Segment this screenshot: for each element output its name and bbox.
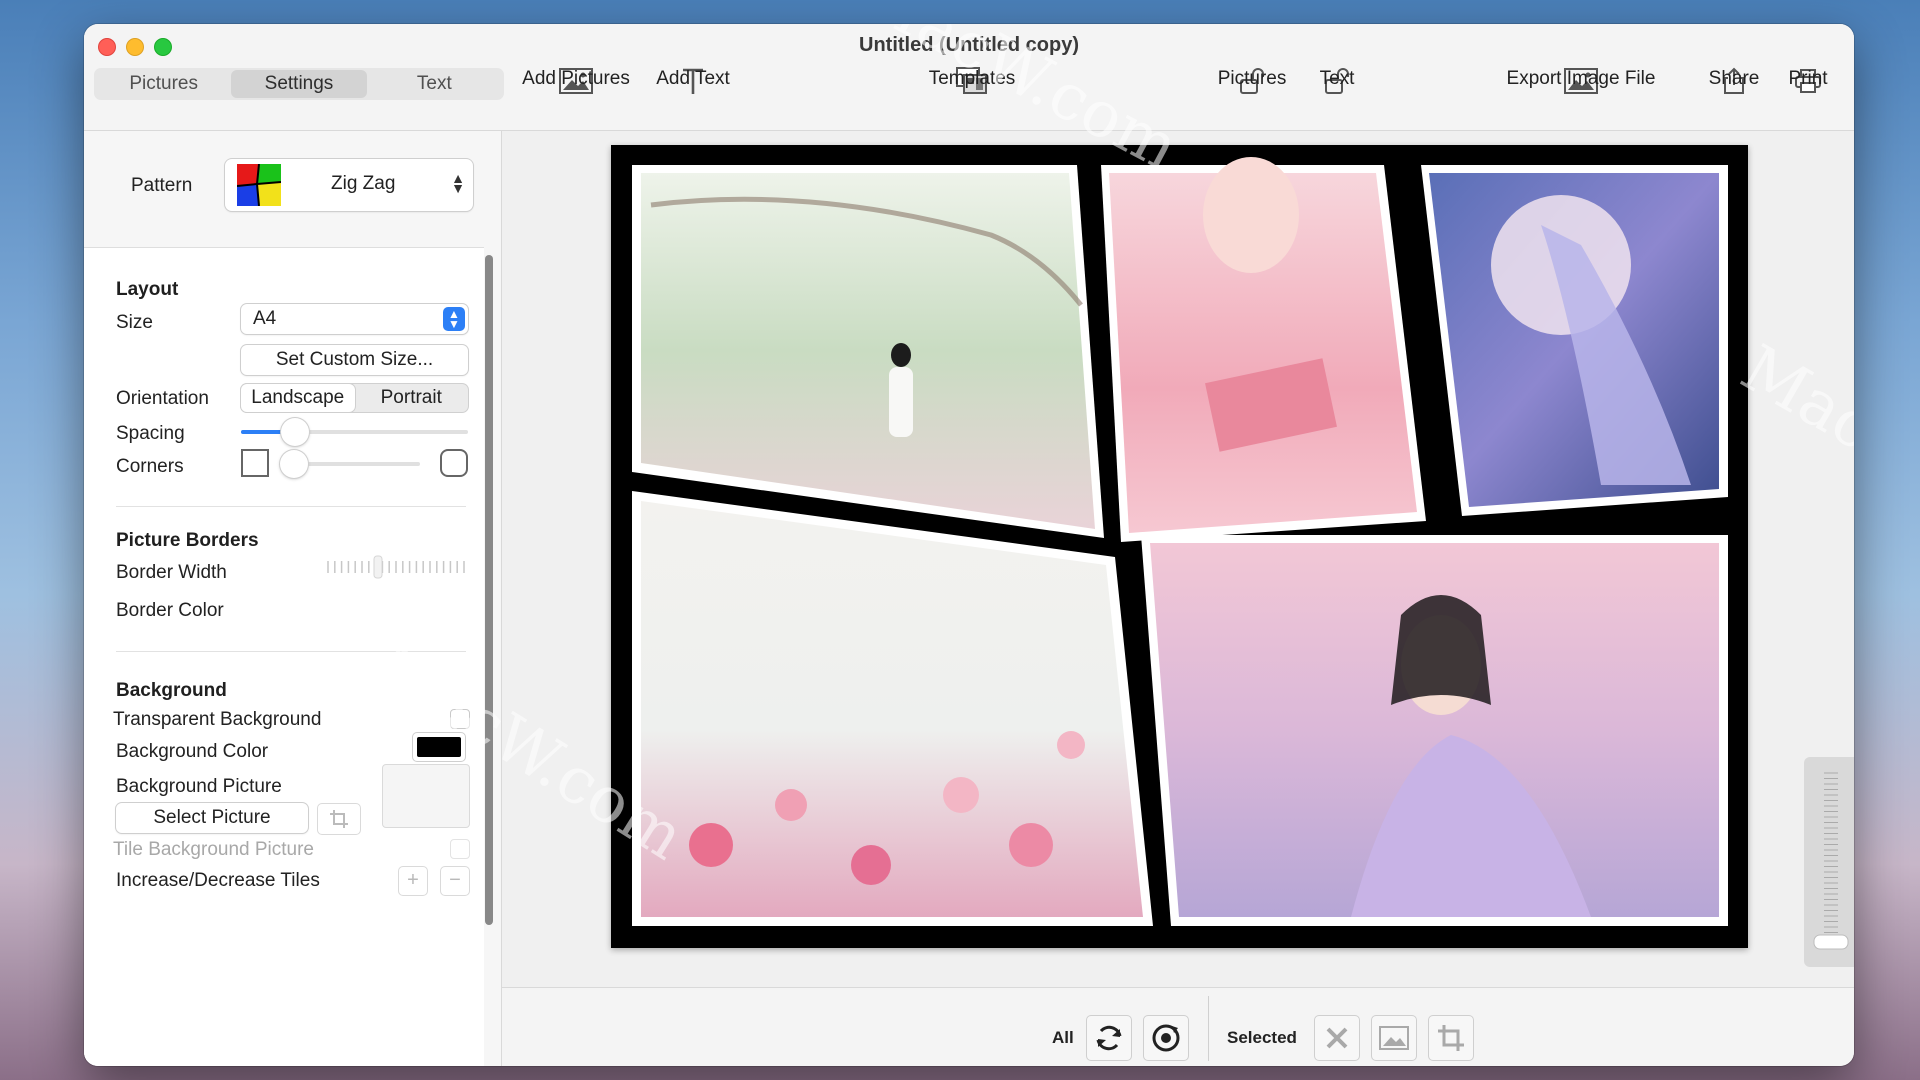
rotate-icon	[1096, 1025, 1122, 1051]
app-window: Untitled (Untitled copy) Pictures Settin…	[84, 24, 1854, 1066]
color-swatch	[417, 737, 461, 757]
pattern-label: Pattern	[131, 175, 193, 196]
text-lock-button[interactable]: Text	[1320, 64, 1354, 126]
window-title: Untitled (Untitled copy)	[859, 34, 1079, 56]
all-label: All	[1052, 1028, 1074, 1047]
crop-background-button[interactable]	[317, 803, 361, 835]
square-corner-icon	[241, 449, 269, 477]
select-picture-button[interactable]: Select Picture	[116, 803, 308, 833]
tile-background-checkbox[interactable]	[450, 839, 470, 859]
shuffle-all-button[interactable]	[1143, 1015, 1189, 1061]
layout-heading: Layout	[116, 279, 179, 300]
background-color-well[interactable]	[412, 732, 466, 762]
background-picture-label: Background Picture	[116, 776, 282, 797]
remove-selected-button[interactable]	[1314, 1015, 1360, 1061]
orientation-landscape[interactable]: Landscape	[241, 384, 355, 412]
crop-icon	[1438, 1025, 1464, 1051]
divider	[1208, 996, 1209, 1061]
pictures-lock-button[interactable]: Pictures	[1218, 64, 1286, 126]
orientation-portrait[interactable]: Portrait	[355, 384, 469, 412]
pattern-select[interactable]: Zig Zag ▲ ▼	[225, 159, 473, 211]
tab-text[interactable]: Text	[367, 70, 502, 98]
picture-borders-heading: Picture Borders	[116, 530, 259, 551]
border-color-label: Border Color	[116, 600, 224, 621]
settings-sidebar: Pattern Zig Zag ▲ ▼ Layout Size A4 ▲ ▼ S…	[84, 131, 502, 1066]
close-icon	[1326, 1027, 1348, 1049]
tab-pictures[interactable]: Pictures	[96, 70, 231, 98]
collage-canvas[interactable]	[611, 145, 1748, 948]
orientation-segmented: Landscape Portrait	[241, 384, 468, 412]
tiles-label: Increase/Decrease Tiles	[116, 870, 320, 891]
crop-selected-button[interactable]	[1428, 1015, 1474, 1061]
size-popup[interactable]: A4 ▲ ▼	[241, 304, 468, 334]
corners-label: Corners	[116, 456, 184, 477]
tile-background-label: Tile Background Picture	[113, 839, 315, 860]
share-button[interactable]: Share	[1709, 64, 1759, 126]
replace-selected-image-button[interactable]	[1371, 1015, 1417, 1061]
refresh-circle-icon	[1152, 1024, 1180, 1052]
increase-tiles-button[interactable]: +	[398, 866, 428, 896]
background-color-label: Background Color	[116, 741, 269, 762]
add-pictures-button[interactable]: Add Pictures	[522, 64, 630, 126]
settings-panel: Layout Size A4 ▲ ▼ Set Custom Size... Ori…	[84, 247, 484, 1066]
divider	[116, 651, 466, 652]
sidebar-tabs: Pictures Settings Text	[94, 68, 504, 100]
border-width-label: Border Width	[116, 562, 227, 583]
bottom-bar: All Selected	[502, 987, 1854, 1066]
background-heading: Background	[116, 680, 227, 701]
pattern-swatch-icon	[237, 164, 281, 206]
rounded-corner-icon	[440, 449, 468, 477]
divider	[116, 506, 466, 507]
pattern-row: Pattern Zig Zag ▲ ▼	[84, 159, 501, 213]
toolbar: Untitled (Untitled copy) Pictures Settin…	[84, 24, 1854, 131]
orientation-label: Orientation	[116, 388, 209, 409]
background-picture-well[interactable]	[382, 764, 470, 828]
decrease-tiles-button[interactable]: −	[440, 866, 470, 896]
export-image-button[interactable]: Export Image File	[1507, 64, 1655, 126]
rotate-all-button[interactable]	[1086, 1015, 1132, 1061]
chevron-updown-icon: ▲ ▼	[443, 307, 465, 331]
transparent-background-label: Transparent Background	[113, 709, 322, 730]
selected-label: Selected	[1227, 1028, 1297, 1047]
corners-slider-knob[interactable]	[280, 450, 308, 478]
transparent-background-checkbox[interactable]	[450, 709, 470, 729]
border-width-slider[interactable]	[324, 554, 468, 580]
spacing-label: Spacing	[116, 423, 185, 444]
size-label: Size	[116, 312, 153, 333]
crop-icon	[330, 810, 348, 828]
print-button[interactable]: Print	[1788, 64, 1828, 126]
pattern-value: Zig Zag	[331, 173, 396, 194]
zoom-slider[interactable]	[1804, 757, 1854, 967]
size-value: A4	[253, 308, 277, 329]
add-text-button[interactable]: Add Text	[656, 64, 730, 126]
tab-settings[interactable]: Settings	[231, 70, 367, 98]
spacing-slider-knob[interactable]	[280, 418, 309, 446]
set-custom-size-button[interactable]: Set Custom Size...	[241, 345, 468, 375]
templates-button[interactable]: Templates	[929, 64, 1015, 126]
chevron-updown-icon: ▲ ▼	[451, 170, 465, 196]
image-icon	[1379, 1026, 1409, 1050]
sidebar-scrollbar[interactable]	[485, 255, 493, 925]
